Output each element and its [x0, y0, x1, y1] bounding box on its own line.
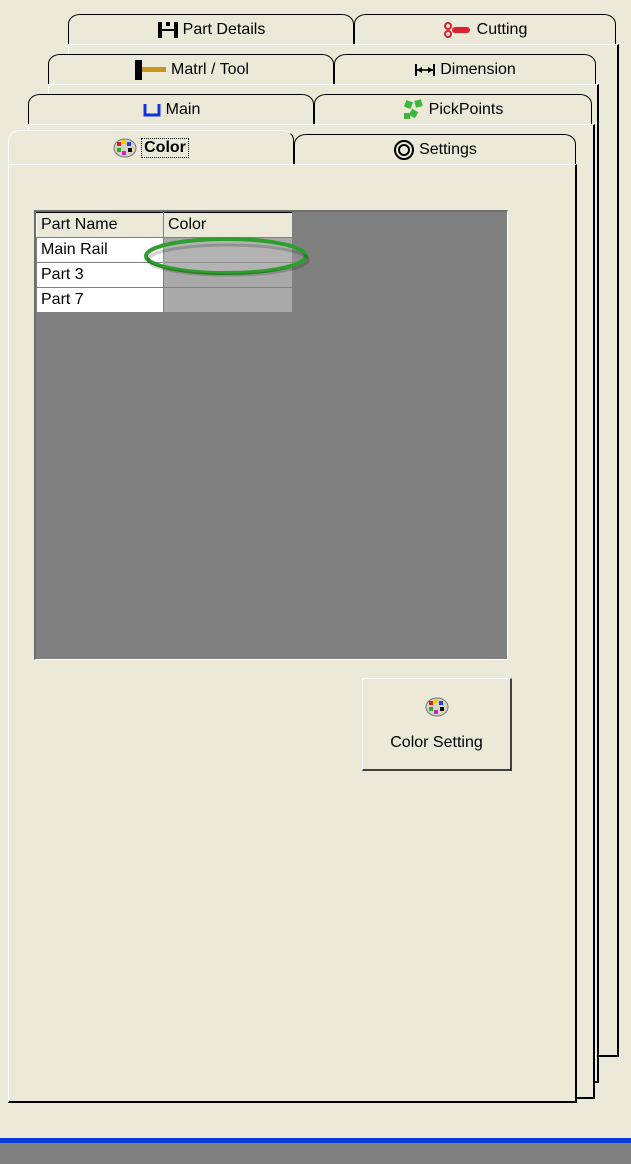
tab-label: PickPoints: [428, 100, 504, 118]
cell-color[interactable]: [163, 287, 293, 313]
tab-part-details[interactable]: Part Details: [68, 14, 354, 44]
tab-label: Color: [141, 137, 189, 158]
cutting-icon: [443, 21, 473, 38]
tab-settings[interactable]: Settings: [294, 134, 576, 164]
pickpoints-icon: [403, 98, 425, 121]
tab-pickpoints[interactable]: PickPoints: [314, 94, 592, 124]
table-row[interactable]: Main Rail: [36, 237, 293, 263]
tab-label: Part Details: [182, 20, 266, 38]
table-row[interactable]: Part 7: [36, 287, 293, 313]
cell-color[interactable]: [163, 262, 293, 288]
status-strip: [0, 1143, 631, 1164]
tab-label: Settings: [419, 140, 477, 158]
cell-color[interactable]: [163, 237, 293, 263]
dimension-icon: [414, 63, 436, 77]
column-header-color[interactable]: Color: [163, 212, 293, 238]
tab-label: Cutting: [476, 20, 528, 38]
cell-part-name[interactable]: Part 7: [36, 287, 164, 313]
grid-header-row: Part Name Color: [36, 212, 293, 238]
tab-color[interactable]: Color: [8, 130, 294, 164]
main-u-icon: [142, 102, 162, 118]
grid-table: Part Name Color Main Rail Part 3 Part 7: [36, 212, 293, 313]
tab-label: Main: [165, 100, 201, 118]
settings-icon: [393, 139, 415, 161]
tab-label: Matrl / Tool: [171, 60, 249, 78]
part-details-icon: [157, 20, 179, 40]
hammer-icon: [133, 59, 167, 81]
palette-icon: [113, 138, 137, 158]
tab-dimension[interactable]: Dimension: [334, 54, 596, 84]
tab-label: Dimension: [440, 60, 516, 78]
color-setting-label: Color Setting: [390, 733, 483, 751]
parts-color-grid[interactable]: Part Name Color Main Rail Part 3 Part 7: [34, 210, 508, 660]
palette-icon: [425, 697, 449, 722]
tab-cutting[interactable]: Cutting: [354, 14, 616, 44]
cell-part-name[interactable]: Main Rail: [36, 237, 164, 263]
tab-matrl-tool[interactable]: Matrl / Tool: [48, 54, 334, 84]
table-row[interactable]: Part 3: [36, 262, 293, 288]
cell-part-name[interactable]: Part 3: [36, 262, 164, 288]
column-header-part-name[interactable]: Part Name: [36, 212, 164, 238]
color-setting-button[interactable]: Color Setting: [362, 678, 512, 771]
tab-main[interactable]: Main: [28, 94, 314, 124]
